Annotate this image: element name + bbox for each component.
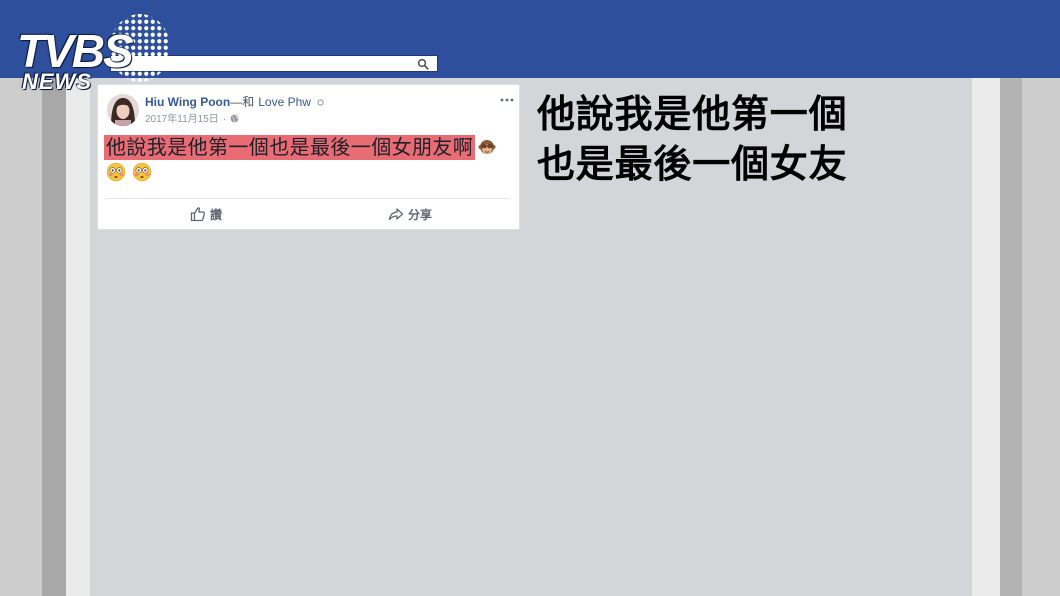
divider (106, 198, 510, 199)
share-label: 分享 (408, 207, 433, 222)
right-gray-strip (1000, 78, 1022, 596)
like-button[interactable]: 讚 (190, 205, 222, 223)
logo-wordmark: TVBS (17, 25, 134, 77)
facebook-post-card: Hiu Wing Poon—和 Love Phw 2017年11月15日 · 他說我… (97, 84, 520, 230)
avatar[interactable] (107, 94, 139, 126)
caption-line-2: 也是最後一個女友 (537, 142, 848, 186)
tagged-friend-link[interactable]: Love Phw (258, 95, 311, 109)
globe-icon (230, 114, 239, 123)
post-emoji-line (106, 162, 154, 182)
meta-separator: · (222, 114, 227, 125)
post-meta-line: 2017年11月15日 · (145, 113, 239, 126)
left-outer-margin (0, 78, 42, 596)
thumbs-up-icon (190, 206, 206, 222)
news-caption: 他說我是他第一個 也是最後一個女友 (537, 89, 847, 189)
see-no-evil-monkey-icon (478, 138, 496, 156)
left-light-strip (66, 78, 90, 596)
left-gray-strip (42, 78, 66, 596)
flushed-face-icon (106, 162, 126, 182)
author-name-link[interactable]: Hiu Wing Poon (145, 95, 230, 109)
share-arrow-icon (388, 206, 404, 222)
like-label: 讚 (210, 207, 223, 222)
with-label: —和 (230, 95, 255, 109)
post-text-highlighted: 他說我是他第一個也是最後一個女朋友啊 (104, 135, 476, 160)
flushed-face-icon (132, 162, 152, 182)
post-header-line: Hiu Wing Poon—和 Love Phw (145, 95, 324, 110)
more-options-icon[interactable] (500, 98, 514, 102)
search-icon[interactable] (417, 57, 429, 70)
caption-line-1: 他說我是他第一個 (537, 92, 848, 136)
logo-subtitle: NEWS (22, 69, 92, 94)
right-light-strip (972, 78, 1000, 596)
post-date-link[interactable]: 2017年11月15日 (145, 114, 219, 125)
right-outer-margin (1022, 78, 1060, 596)
share-button[interactable]: 分享 (388, 205, 432, 223)
status-dot-icon (317, 99, 324, 106)
